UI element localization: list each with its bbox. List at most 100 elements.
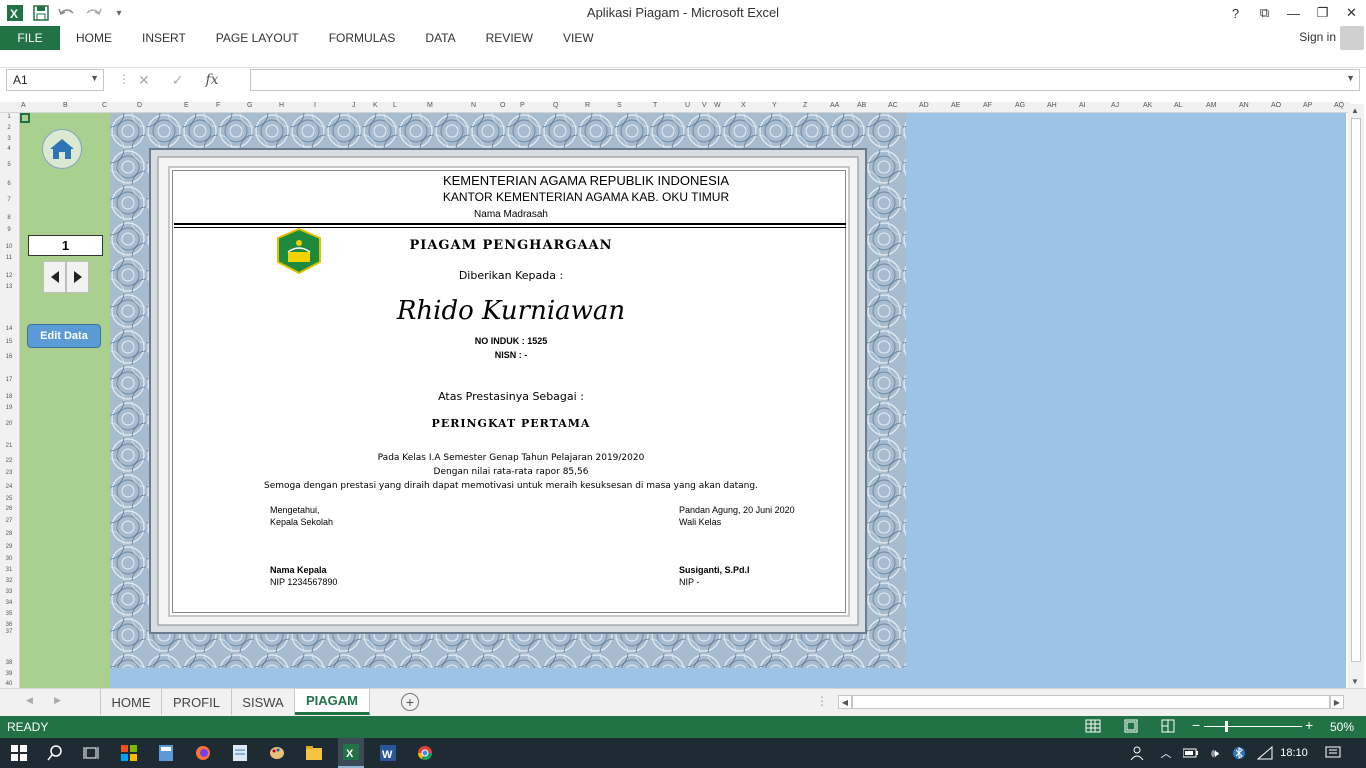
row-header[interactable]: 25 xyxy=(0,496,18,502)
chrome-icon[interactable] xyxy=(414,743,436,763)
tab-data[interactable]: DATA xyxy=(409,26,469,50)
scroll-left-icon[interactable]: ◀ xyxy=(838,695,852,709)
row-header[interactable]: 4 xyxy=(0,146,18,152)
row-header[interactable]: 1 xyxy=(0,114,18,120)
column-header[interactable]: O xyxy=(500,102,505,109)
bluetooth-icon[interactable] xyxy=(1228,743,1250,763)
row-header[interactable]: 35 xyxy=(0,611,18,617)
column-header[interactable]: AB xyxy=(857,102,866,109)
column-header[interactable]: H xyxy=(279,102,284,109)
zoom-slider-thumb[interactable] xyxy=(1225,721,1228,732)
row-header[interactable]: 12 xyxy=(0,273,18,279)
column-header[interactable]: F xyxy=(216,102,220,109)
app-store-icon[interactable] xyxy=(118,743,140,763)
column-header[interactable]: AM xyxy=(1206,102,1217,109)
row-header[interactable]: 8 xyxy=(0,215,18,221)
scroll-tabs-left-icon[interactable]: ◀ xyxy=(26,695,33,706)
customize-qat-icon[interactable]: ▾ xyxy=(108,3,130,23)
row-header[interactable]: 21 xyxy=(0,443,18,449)
column-header[interactable]: I xyxy=(314,102,316,109)
search-icon[interactable] xyxy=(44,743,66,763)
row-header[interactable]: 22 xyxy=(0,458,18,464)
row-header[interactable]: 13 xyxy=(0,284,18,290)
column-header[interactable]: J xyxy=(352,102,356,109)
column-header[interactable]: E xyxy=(184,102,189,109)
column-header[interactable]: Y xyxy=(772,102,777,109)
battery-icon[interactable] xyxy=(1180,743,1202,763)
column-header[interactable]: U xyxy=(685,102,690,109)
row-header[interactable]: 36 xyxy=(0,622,18,628)
column-header[interactable]: AQ xyxy=(1334,102,1344,109)
row-header[interactable]: 26 xyxy=(0,506,18,512)
column-header[interactable]: AJ xyxy=(1111,102,1119,109)
zoom-out-icon[interactable]: − xyxy=(1192,717,1200,733)
column-header[interactable]: V xyxy=(702,102,707,109)
column-header[interactable]: N xyxy=(471,102,476,109)
task-view-icon[interactable] xyxy=(80,743,102,763)
column-header[interactable]: AL xyxy=(1174,102,1183,109)
tab-file[interactable]: FILE xyxy=(0,26,60,50)
row-header[interactable]: 29 xyxy=(0,544,18,550)
column-header[interactable]: T xyxy=(653,102,657,109)
tab-formulas[interactable]: FORMULAS xyxy=(313,26,410,50)
paint-icon[interactable] xyxy=(266,743,288,763)
tab-split-handle-icon[interactable]: ⋮ xyxy=(816,694,828,708)
vertical-scroll-thumb[interactable] xyxy=(1351,118,1361,662)
column-header[interactable]: AG xyxy=(1015,102,1025,109)
scroll-down-icon[interactable]: ▼ xyxy=(1351,677,1359,686)
column-header[interactable]: AN xyxy=(1239,102,1249,109)
sheet-tab-piagam[interactable]: PIAGAM xyxy=(295,689,370,715)
sheet-tab-siswa[interactable]: SISWA xyxy=(232,689,295,715)
row-header[interactable]: 17 xyxy=(0,377,18,383)
active-cell[interactable] xyxy=(20,113,30,123)
row-header[interactable]: 39 xyxy=(0,671,18,677)
column-header[interactable]: AA xyxy=(830,102,839,109)
column-header[interactable]: K xyxy=(373,102,378,109)
close-icon[interactable]: ✕ xyxy=(1337,0,1366,26)
tab-review[interactable]: REVIEW xyxy=(470,26,547,50)
tab-home[interactable]: HOME xyxy=(60,26,126,50)
drag-handle-icon[interactable]: ⋮ xyxy=(118,72,130,86)
row-header[interactable]: 10 xyxy=(0,244,18,250)
notepad-icon[interactable] xyxy=(229,743,251,763)
row-header[interactable]: 31 xyxy=(0,567,18,573)
row-header[interactable]: 18 xyxy=(0,394,18,400)
tab-view[interactable]: VIEW xyxy=(547,26,608,50)
sheet-tab-profil[interactable]: PROFIL xyxy=(162,689,232,715)
column-header[interactable]: M xyxy=(427,102,433,109)
clock-time[interactable]: 18:10 xyxy=(1278,743,1310,763)
column-header[interactable]: X xyxy=(741,102,746,109)
row-header[interactable]: 33 xyxy=(0,589,18,595)
chevron-up-icon[interactable]: ︿ xyxy=(1155,743,1177,763)
column-header[interactable]: Z xyxy=(803,102,807,109)
row-header[interactable]: 5 xyxy=(0,162,18,168)
wifi-icon[interactable] xyxy=(1254,743,1276,763)
row-header[interactable]: 19 xyxy=(0,405,18,411)
row-header[interactable]: 37 xyxy=(0,629,18,635)
redo-icon[interactable] xyxy=(82,3,104,23)
row-header[interactable]: 11 xyxy=(0,255,18,261)
avatar[interactable] xyxy=(1340,26,1364,50)
minimize-icon[interactable]: — xyxy=(1279,0,1308,26)
zoom-slider[interactable] xyxy=(1204,726,1302,727)
column-header[interactable]: G xyxy=(247,102,252,109)
row-header[interactable]: 14 xyxy=(0,326,18,332)
row-header[interactable]: 28 xyxy=(0,531,18,537)
column-header[interactable]: P xyxy=(520,102,525,109)
row-header[interactable]: 38 xyxy=(0,660,18,666)
sheet-tab-home[interactable]: HOME xyxy=(100,689,162,715)
next-button[interactable] xyxy=(66,261,89,293)
firefox-icon[interactable] xyxy=(192,743,214,763)
column-header[interactable]: Q xyxy=(553,102,558,109)
save-icon[interactable] xyxy=(30,3,52,23)
undo-icon[interactable] xyxy=(56,3,78,23)
restore-icon[interactable]: ❐ xyxy=(1308,0,1337,26)
previous-button[interactable] xyxy=(43,261,66,293)
enter-icon[interactable]: ✓ xyxy=(172,72,184,89)
name-box[interactable]: A1 ▼ xyxy=(6,69,104,91)
sign-in-link[interactable]: Sign in xyxy=(1299,30,1336,44)
column-header[interactable]: AP xyxy=(1303,102,1312,109)
scroll-right-icon[interactable]: ▶ xyxy=(1330,695,1344,709)
row-header[interactable]: 6 xyxy=(0,181,18,187)
formula-input[interactable]: ▼ xyxy=(250,69,1360,91)
